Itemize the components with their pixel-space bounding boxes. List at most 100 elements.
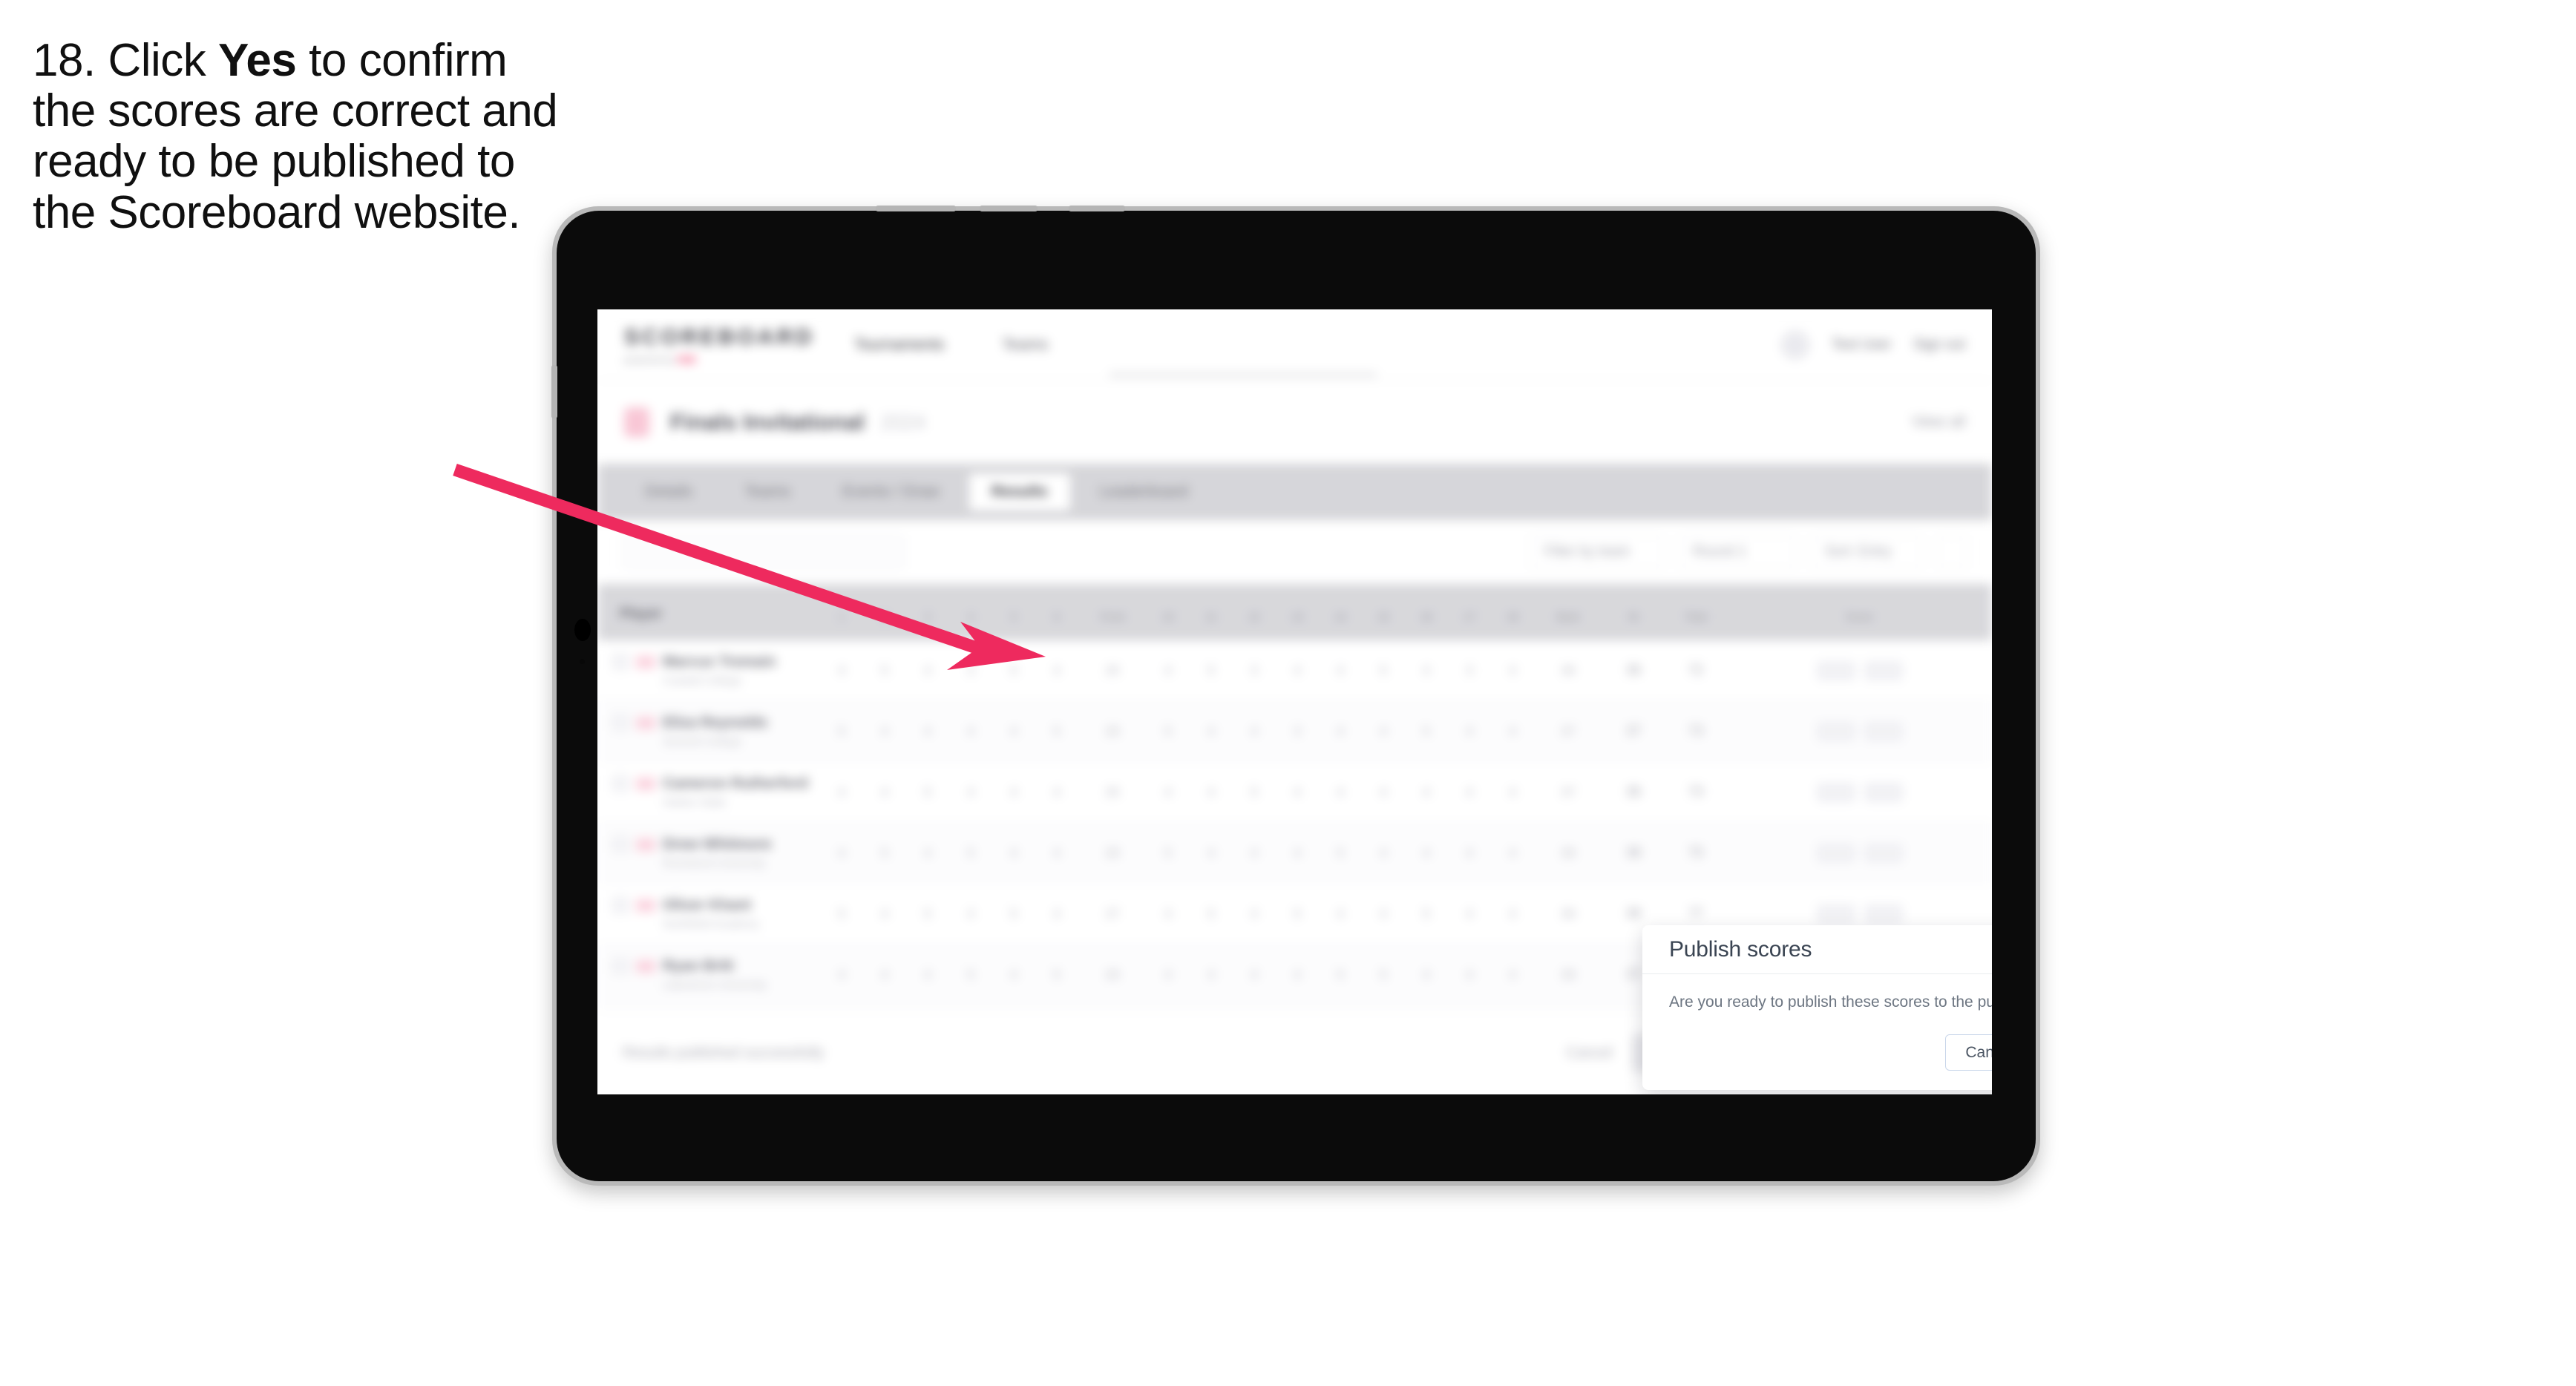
table-cell[interactable]: 25 xyxy=(1078,663,1147,678)
table-cell[interactable]: 27 xyxy=(1078,907,1147,922)
table-cell[interactable]: 4 xyxy=(992,846,1035,861)
table-cell[interactable]: 4 xyxy=(992,968,1035,982)
table-cell[interactable]: 5 xyxy=(992,663,1035,678)
table-cell[interactable] xyxy=(1727,843,1992,863)
cancel-button[interactable]: Cancel xyxy=(1945,1034,1992,1071)
table-cell[interactable]: 4 xyxy=(1362,846,1405,861)
table-column-header[interactable]: 1 xyxy=(820,611,863,640)
table-cell[interactable]: 4 xyxy=(1405,785,1448,800)
table-cell[interactable]: 4 xyxy=(1233,907,1276,922)
nav-item-tournaments[interactable]: Tournaments xyxy=(854,336,944,354)
table-cell[interactable]: 26 xyxy=(1078,724,1147,739)
table-cell[interactable]: 4 xyxy=(906,724,949,739)
row-checkbox[interactable] xyxy=(612,715,629,731)
table-cell[interactable]: 3 xyxy=(1448,663,1491,678)
table-cell[interactable]: 73 xyxy=(1665,723,1727,739)
table-cell[interactable]: 4 xyxy=(1448,846,1491,861)
table-cell[interactable]: 39 xyxy=(1534,907,1602,922)
table-column-header[interactable]: 6 xyxy=(1035,611,1078,640)
table-cell[interactable]: 4 xyxy=(1233,724,1276,739)
table-cell[interactable]: 4 xyxy=(1491,724,1534,739)
table-cell[interactable]: 4 xyxy=(1491,785,1534,800)
table-cell[interactable]: 4 xyxy=(1276,663,1319,678)
table-cell[interactable]: 4 xyxy=(1448,785,1491,800)
table-cell[interactable]: 5 xyxy=(949,846,992,861)
table-cell[interactable]: 26 xyxy=(1078,846,1147,861)
table-cell[interactable] xyxy=(1727,782,1992,802)
table-cell[interactable]: 75 xyxy=(1665,845,1727,861)
table-cell[interactable]: 73 xyxy=(1665,784,1727,800)
table-cell[interactable]: 4 xyxy=(1147,968,1190,982)
table-cell[interactable]: 37 xyxy=(1534,724,1602,739)
table-cell[interactable]: 3 xyxy=(1233,663,1276,678)
table-cell[interactable]: 4 xyxy=(1190,785,1233,800)
table-cell[interactable] xyxy=(1727,904,1992,924)
cancel-link[interactable]: Cancel xyxy=(1566,1045,1612,1062)
volume-button-down[interactable] xyxy=(980,206,1038,211)
table-cell[interactable]: 4 xyxy=(949,907,992,922)
table-cell[interactable]: 4 xyxy=(1448,724,1491,739)
table-cell[interactable]: 36 xyxy=(1534,663,1602,678)
row-checkbox[interactable] xyxy=(612,958,629,974)
table-cell[interactable]: 4 xyxy=(1405,846,1448,861)
avatar[interactable] xyxy=(1781,330,1810,359)
table-cell[interactable]: 4 xyxy=(1319,907,1362,922)
table-cell[interactable]: 4 xyxy=(906,663,949,678)
table-column-header[interactable]: Total xyxy=(1665,611,1727,640)
table-cell[interactable]: 26 xyxy=(1078,968,1147,982)
filter-sort-select[interactable]: Sort: Entry xyxy=(1811,535,1922,569)
table-cell[interactable]: 5 xyxy=(906,907,949,922)
power-button[interactable] xyxy=(1069,206,1125,211)
table-row[interactable]: Drew Whitmore Riverbend University 4 5 4 5 4 4 2… xyxy=(597,823,1992,884)
tab-details[interactable]: Details xyxy=(623,473,715,510)
table-column-header[interactable]: 10 xyxy=(1147,611,1190,640)
table-cell[interactable]: 4 xyxy=(820,846,863,861)
table-column-header[interactable]: Front xyxy=(1078,611,1147,640)
table-column-header[interactable]: 2 xyxy=(863,611,906,640)
table-cell[interactable]: 4 xyxy=(949,724,992,739)
table-column-header[interactable]: 13 xyxy=(1276,611,1319,640)
tab-results[interactable]: Results xyxy=(969,473,1070,510)
table-cell[interactable]: 4 xyxy=(1147,785,1190,800)
table-cell[interactable]: 4 xyxy=(1319,785,1362,800)
table-cell[interactable]: 4 xyxy=(1276,968,1319,982)
table-row[interactable]: Marcus Tremain Coastal College 4 5 4 3 5 4 25 4 5 3… xyxy=(597,640,1992,701)
table-cell[interactable]: 4 xyxy=(863,907,906,922)
table-cell[interactable]: 5 xyxy=(1147,846,1190,861)
filter-round-select[interactable]: Round 1 xyxy=(1679,535,1796,569)
table-cell[interactable]: 72 xyxy=(1665,663,1727,678)
table-cell[interactable]: 5 xyxy=(1405,907,1448,922)
table-cell[interactable]: 5 xyxy=(1405,724,1448,739)
table-cell[interactable]: 37 xyxy=(1602,723,1665,739)
table-cell[interactable]: 4 xyxy=(820,663,863,678)
table-column-header[interactable]: 18 xyxy=(1491,611,1534,640)
table-cell[interactable]: 5 xyxy=(1147,724,1190,739)
table-cell[interactable]: 4 xyxy=(1190,724,1233,739)
table-cell[interactable]: 4 xyxy=(1448,907,1491,922)
table-cell[interactable]: 4 xyxy=(820,968,863,982)
table-cell[interactable]: 4 xyxy=(1190,968,1233,982)
table-column-header[interactable]: 12 xyxy=(1233,611,1276,640)
table-cell[interactable]: 4 xyxy=(1035,907,1078,922)
table-cell[interactable]: 4 xyxy=(1147,907,1190,922)
tab-leaderboard[interactable]: Leaderboard xyxy=(1078,473,1210,510)
table-cell[interactable]: 5 xyxy=(863,846,906,861)
table-cell[interactable]: 5 xyxy=(1190,663,1233,678)
table-cell[interactable]: 5 xyxy=(1362,663,1405,678)
tab-events-draw[interactable]: Events / Draw xyxy=(820,473,962,510)
table-cell[interactable]: 4 xyxy=(906,968,949,982)
table-cell[interactable] xyxy=(1727,660,1992,680)
table-cell[interactable]: 4 xyxy=(1276,846,1319,861)
table-column-header[interactable]: IN xyxy=(1602,611,1665,640)
nav-item-teams[interactable]: Teams xyxy=(1002,336,1048,354)
table-column-header[interactable]: 4 xyxy=(949,611,992,640)
table-cell[interactable]: 36 xyxy=(1602,663,1665,678)
table-cell[interactable]: 4 xyxy=(1233,968,1276,982)
table-column-header[interactable]: 3 xyxy=(906,611,949,640)
table-cell[interactable]: 77 xyxy=(1665,906,1727,922)
table-cell[interactable]: 38 xyxy=(1534,846,1602,861)
table-column-header[interactable]: Player xyxy=(597,606,820,640)
table-cell[interactable]: 5 xyxy=(949,968,992,982)
table-column-header[interactable]: 5 xyxy=(992,611,1035,640)
table-cell[interactable]: 5 xyxy=(906,785,949,800)
